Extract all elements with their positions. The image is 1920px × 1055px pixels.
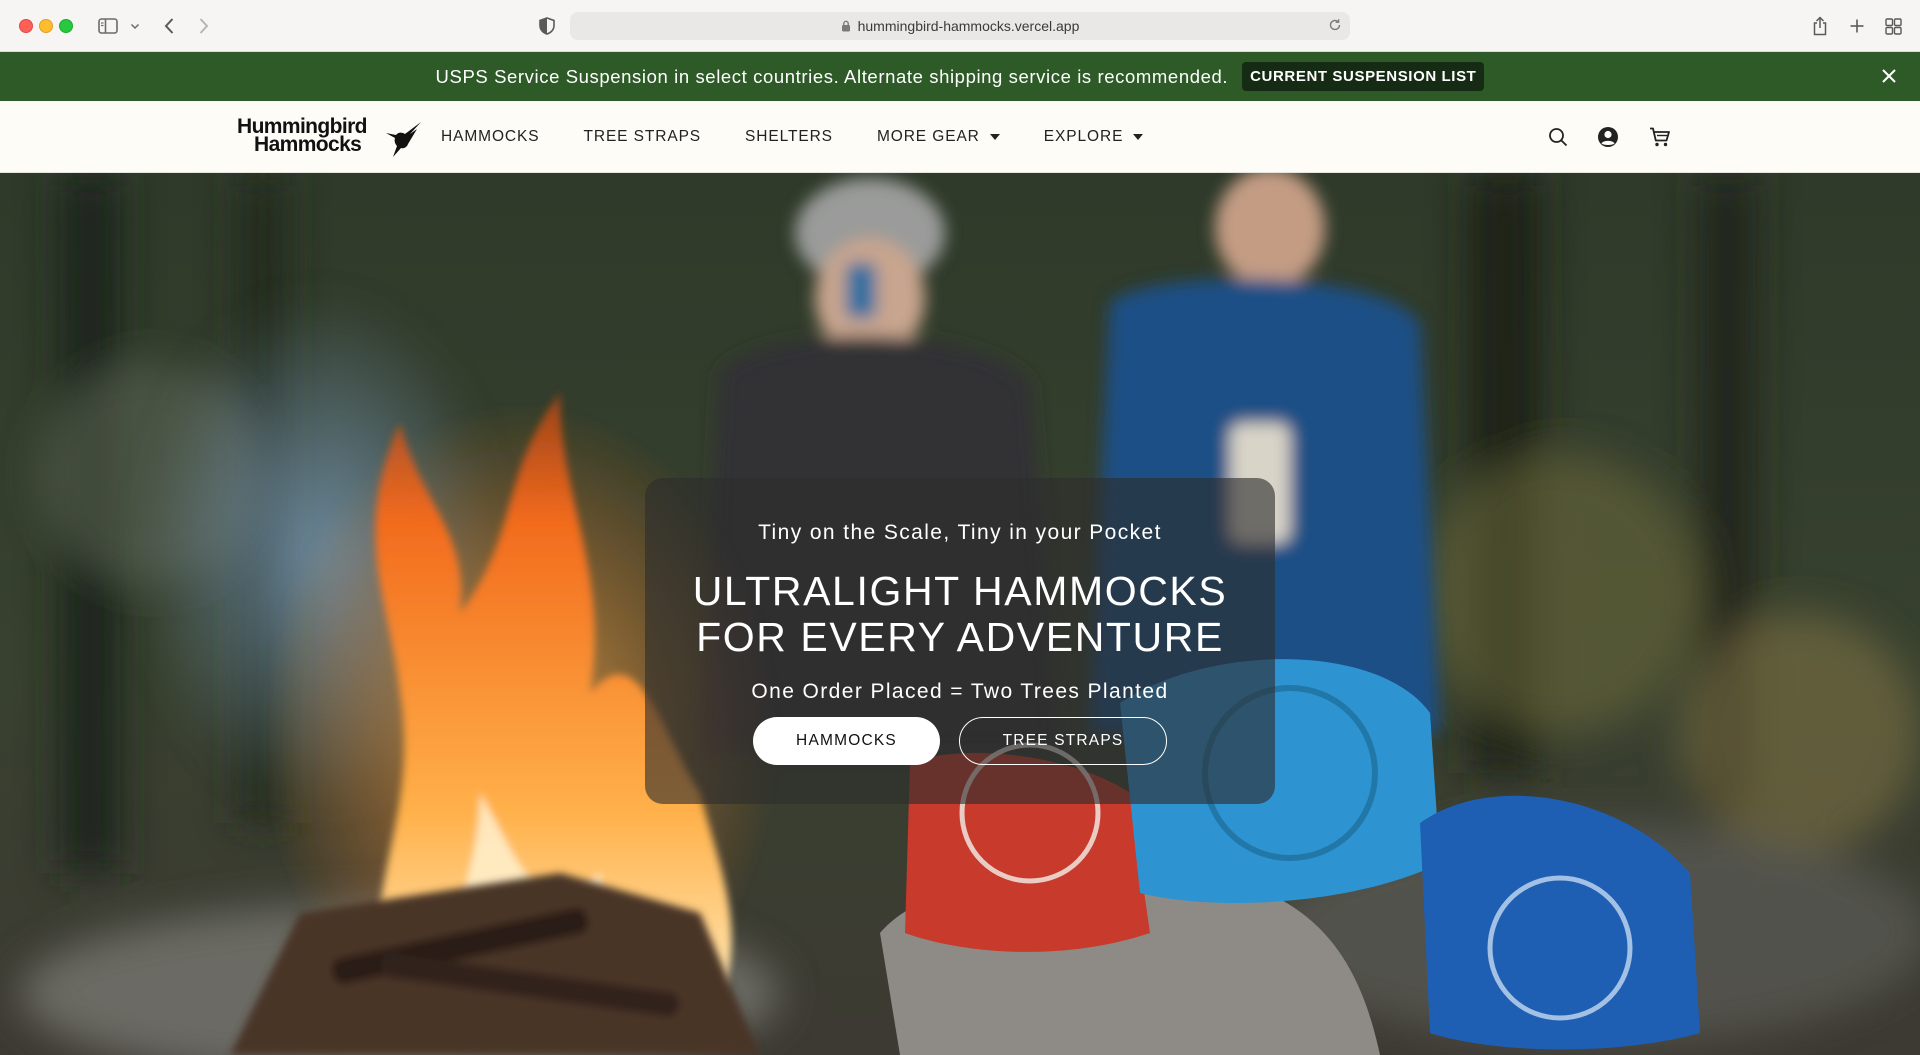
announcement-bar: USPS Service Suspension in select countr… xyxy=(0,52,1920,101)
hummingbird-logo-icon xyxy=(386,122,421,157)
back-icon[interactable] xyxy=(159,14,179,38)
account-icon[interactable] xyxy=(1596,125,1620,149)
zoom-window-button[interactable] xyxy=(59,19,73,33)
hero-title: ULTRALIGHT HAMMOCKS FOR EVERY ADVENTURE xyxy=(692,568,1228,660)
hero-subtitle: Tiny on the Scale, Tiny in your Pocket xyxy=(758,521,1162,544)
chevron-down-icon[interactable] xyxy=(128,14,142,38)
share-icon[interactable] xyxy=(1809,14,1831,38)
forward-icon[interactable] xyxy=(194,14,214,38)
url-text: hummingbird-hammocks.vercel.app xyxy=(857,18,1080,34)
cart-icon[interactable] xyxy=(1648,125,1672,149)
nav-more-gear[interactable]: MORE GEAR xyxy=(877,128,1000,146)
hero-tagline: One Order Placed = Two Trees Planted xyxy=(751,680,1169,703)
close-window-button[interactable] xyxy=(19,19,33,33)
shop-hammocks-button[interactable]: HAMMOCKS xyxy=(753,717,940,765)
main-nav: HAMMOCKS TREE STRAPS SHELTERS MORE GEAR … xyxy=(441,101,1187,173)
hero-section: Tiny on the Scale, Tiny in your Pocket U… xyxy=(0,173,1920,1055)
hero-card: Tiny on the Scale, Tiny in your Pocket U… xyxy=(645,478,1275,804)
tab-overview-icon[interactable] xyxy=(1882,14,1904,38)
site-logo[interactable]: Hummingbird Hammocks xyxy=(237,115,423,160)
privacy-shield-icon[interactable] xyxy=(536,14,558,38)
nav-tree-straps[interactable]: TREE STRAPS xyxy=(583,128,701,146)
suspension-list-button[interactable]: CURRENT SUSPENSION LIST xyxy=(1242,62,1485,91)
address-bar[interactable]: hummingbird-hammocks.vercel.app xyxy=(570,12,1350,40)
announcement-text: USPS Service Suspension in select countr… xyxy=(435,65,1229,87)
sidebar-toggle-icon[interactable] xyxy=(97,14,119,38)
site-header: Hummingbird Hammocks HAMMOCKS TREE STRAP… xyxy=(0,101,1920,173)
minimize-window-button[interactable] xyxy=(39,19,53,33)
reload-icon[interactable] xyxy=(1328,18,1342,32)
close-icon[interactable] xyxy=(1880,67,1898,85)
nav-hammocks[interactable]: HAMMOCKS xyxy=(441,128,539,146)
logo-wordmark: Hummingbird Hammocks xyxy=(237,115,367,156)
nav-explore[interactable]: EXPLORE xyxy=(1044,128,1144,146)
caret-down-icon xyxy=(1133,134,1144,140)
new-tab-icon[interactable] xyxy=(1846,14,1868,38)
browser-toolbar: hummingbird-hammocks.vercel.app xyxy=(0,0,1920,52)
shop-tree-straps-button[interactable]: TREE STRAPS xyxy=(959,717,1167,765)
nav-shelters[interactable]: SHELTERS xyxy=(745,128,833,146)
lock-icon xyxy=(841,20,851,32)
caret-down-icon xyxy=(989,134,1000,140)
search-icon[interactable] xyxy=(1546,125,1570,149)
